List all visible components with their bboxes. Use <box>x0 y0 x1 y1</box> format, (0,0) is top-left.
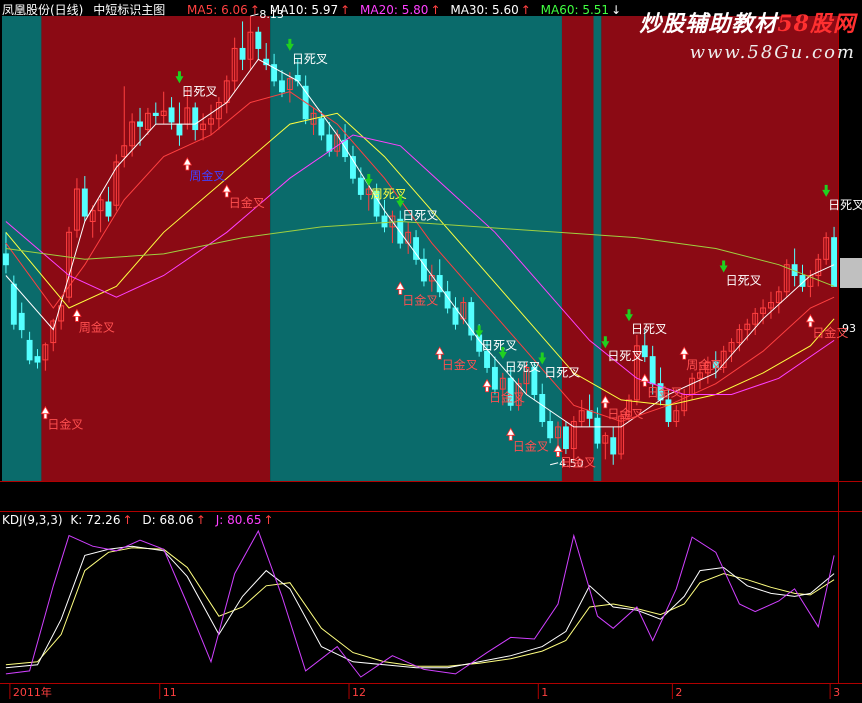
watermark-text: 炒股辅助教材 <box>639 11 778 37</box>
zone-red-1 <box>41 16 271 481</box>
ma20-label: MA20: 5.80 ↑ <box>360 3 441 17</box>
death-cross-label: 日死叉 <box>544 365 580 379</box>
candle-body <box>649 356 656 385</box>
ma10-label: MA10: 5.97 ↑ <box>269 3 351 17</box>
price-chart[interactable]: 938.134.50日死叉日死叉周死叉日死叉日死叉日死叉 日死叉日死叉日死叉日死叉… <box>0 0 862 699</box>
right-axis-marker <box>840 258 862 288</box>
candle-body <box>168 107 175 123</box>
death-cross-label: 日死叉 <box>505 360 541 374</box>
candle-body <box>610 437 617 455</box>
kdj-k-label: K: 72.26 ↑ <box>70 513 133 527</box>
candle-body <box>586 410 593 419</box>
candle-body <box>34 356 41 363</box>
candle-body <box>105 201 112 217</box>
candle-body <box>239 47 246 60</box>
candle-body <box>176 123 183 136</box>
watermark-brand: 58股网 <box>777 11 856 37</box>
golden-cross-label: 日金叉 <box>607 406 643 421</box>
ma30-label: MA30: 5.60 ↑ <box>450 3 531 17</box>
kdj-j-label: J: 80.65 ↑ <box>215 513 274 527</box>
golden-cross-label: 周金叉 <box>79 319 115 334</box>
candle-body <box>562 426 569 450</box>
candle-body <box>539 393 546 423</box>
candle-body <box>18 312 25 331</box>
golden-cross-label: 日金叉 <box>647 384 683 399</box>
watermark-url: www.58Gu.com <box>689 42 856 63</box>
golden-cross-label: 日金叉 <box>812 325 848 340</box>
x-axis-tick-label: 3 <box>833 686 840 699</box>
candle-body <box>2 253 9 266</box>
death-cross-label: 日死叉 <box>481 338 517 352</box>
candle-body <box>547 421 554 439</box>
x-axis-tick-label: 12 <box>352 686 366 699</box>
candle-body <box>81 188 88 217</box>
candle-body <box>484 350 490 368</box>
chart-stage: 93 8.13 4.50 日死叉 日死叉 周死叉 日死叉 日死叉 日死叉 日死叉 日死叉 日死叉 日死叉… <box>0 0 862 699</box>
death-cross-label: 日死叉 <box>631 322 667 336</box>
death-cross-label: 日死叉 <box>181 84 217 98</box>
golden-cross-label: 日金叉 <box>442 357 478 372</box>
ma5-label: MA5: 6.06 ↑ <box>187 3 260 17</box>
death-cross-label: 日死叉 <box>402 209 438 223</box>
golden-cross-label: 日金叉 <box>47 417 83 432</box>
candle-body <box>594 417 601 444</box>
golden-cross-label: 周金叉 <box>189 168 225 183</box>
golden-cross-label: 日金叉 <box>402 292 438 307</box>
x-axis-tick-label: 1 <box>541 686 548 699</box>
candle-body <box>10 283 17 325</box>
candle-body <box>152 112 159 116</box>
x-axis-tick-label: 2011年 <box>13 685 52 699</box>
golden-cross-label: 日金叉 <box>560 455 596 470</box>
kdj-j-line <box>5 529 835 678</box>
death-cross-label: 日死叉 <box>292 52 328 66</box>
kdj-d-label: D: 68.06 ↑ <box>142 513 206 527</box>
death-cross-label: 日死叉 <box>828 198 862 212</box>
death-cross-label: 日死叉 <box>726 274 762 288</box>
kdj-name: KDJ(9,3,3) <box>2 513 63 527</box>
golden-cross-label: 日金叉 <box>489 390 525 405</box>
candle-body <box>381 215 388 228</box>
kdj-header: KDJ(9,3,3) K: 72.26 ↑ D: 68.06 ↑ J: 80.65 ↑ <box>2 513 280 527</box>
main-chart-header: 凤凰股份(日线) 中短标识主图 MA5: 6.06 ↑ MA10: 5.97 ↑ M… <box>2 1 627 18</box>
death-cross-label: 日死叉 <box>607 349 643 363</box>
candle-body <box>255 31 262 49</box>
golden-cross-label: 周金叉 <box>686 357 722 372</box>
candle-body <box>279 80 285 93</box>
candle-body <box>137 121 143 127</box>
candle-body <box>192 107 199 131</box>
stock-title: 凤凰股份(日线) <box>2 3 84 17</box>
x-axis-tick-label: 11 <box>163 686 177 699</box>
candle-body <box>665 399 672 423</box>
watermark: 炒股辅助教材58股网 www.58Gu.com <box>639 6 856 63</box>
kdj-k-line <box>5 545 835 669</box>
candle-body <box>831 237 838 287</box>
candle-body <box>318 118 325 136</box>
golden-cross-label: 日金叉 <box>513 438 549 453</box>
ma60-label: MA60: 5.51 ↓ <box>540 3 622 17</box>
candle-body <box>326 134 333 152</box>
indicator-name: 中短标识主图 <box>93 3 166 17</box>
golden-cross-label: 日金叉 <box>229 195 265 210</box>
candle-body <box>26 339 33 361</box>
candle-body <box>397 218 404 244</box>
x-axis-tick-label: 2 <box>675 686 682 699</box>
candle-body <box>357 177 364 195</box>
kdj-d-line <box>5 547 835 667</box>
candle-body <box>491 366 498 390</box>
